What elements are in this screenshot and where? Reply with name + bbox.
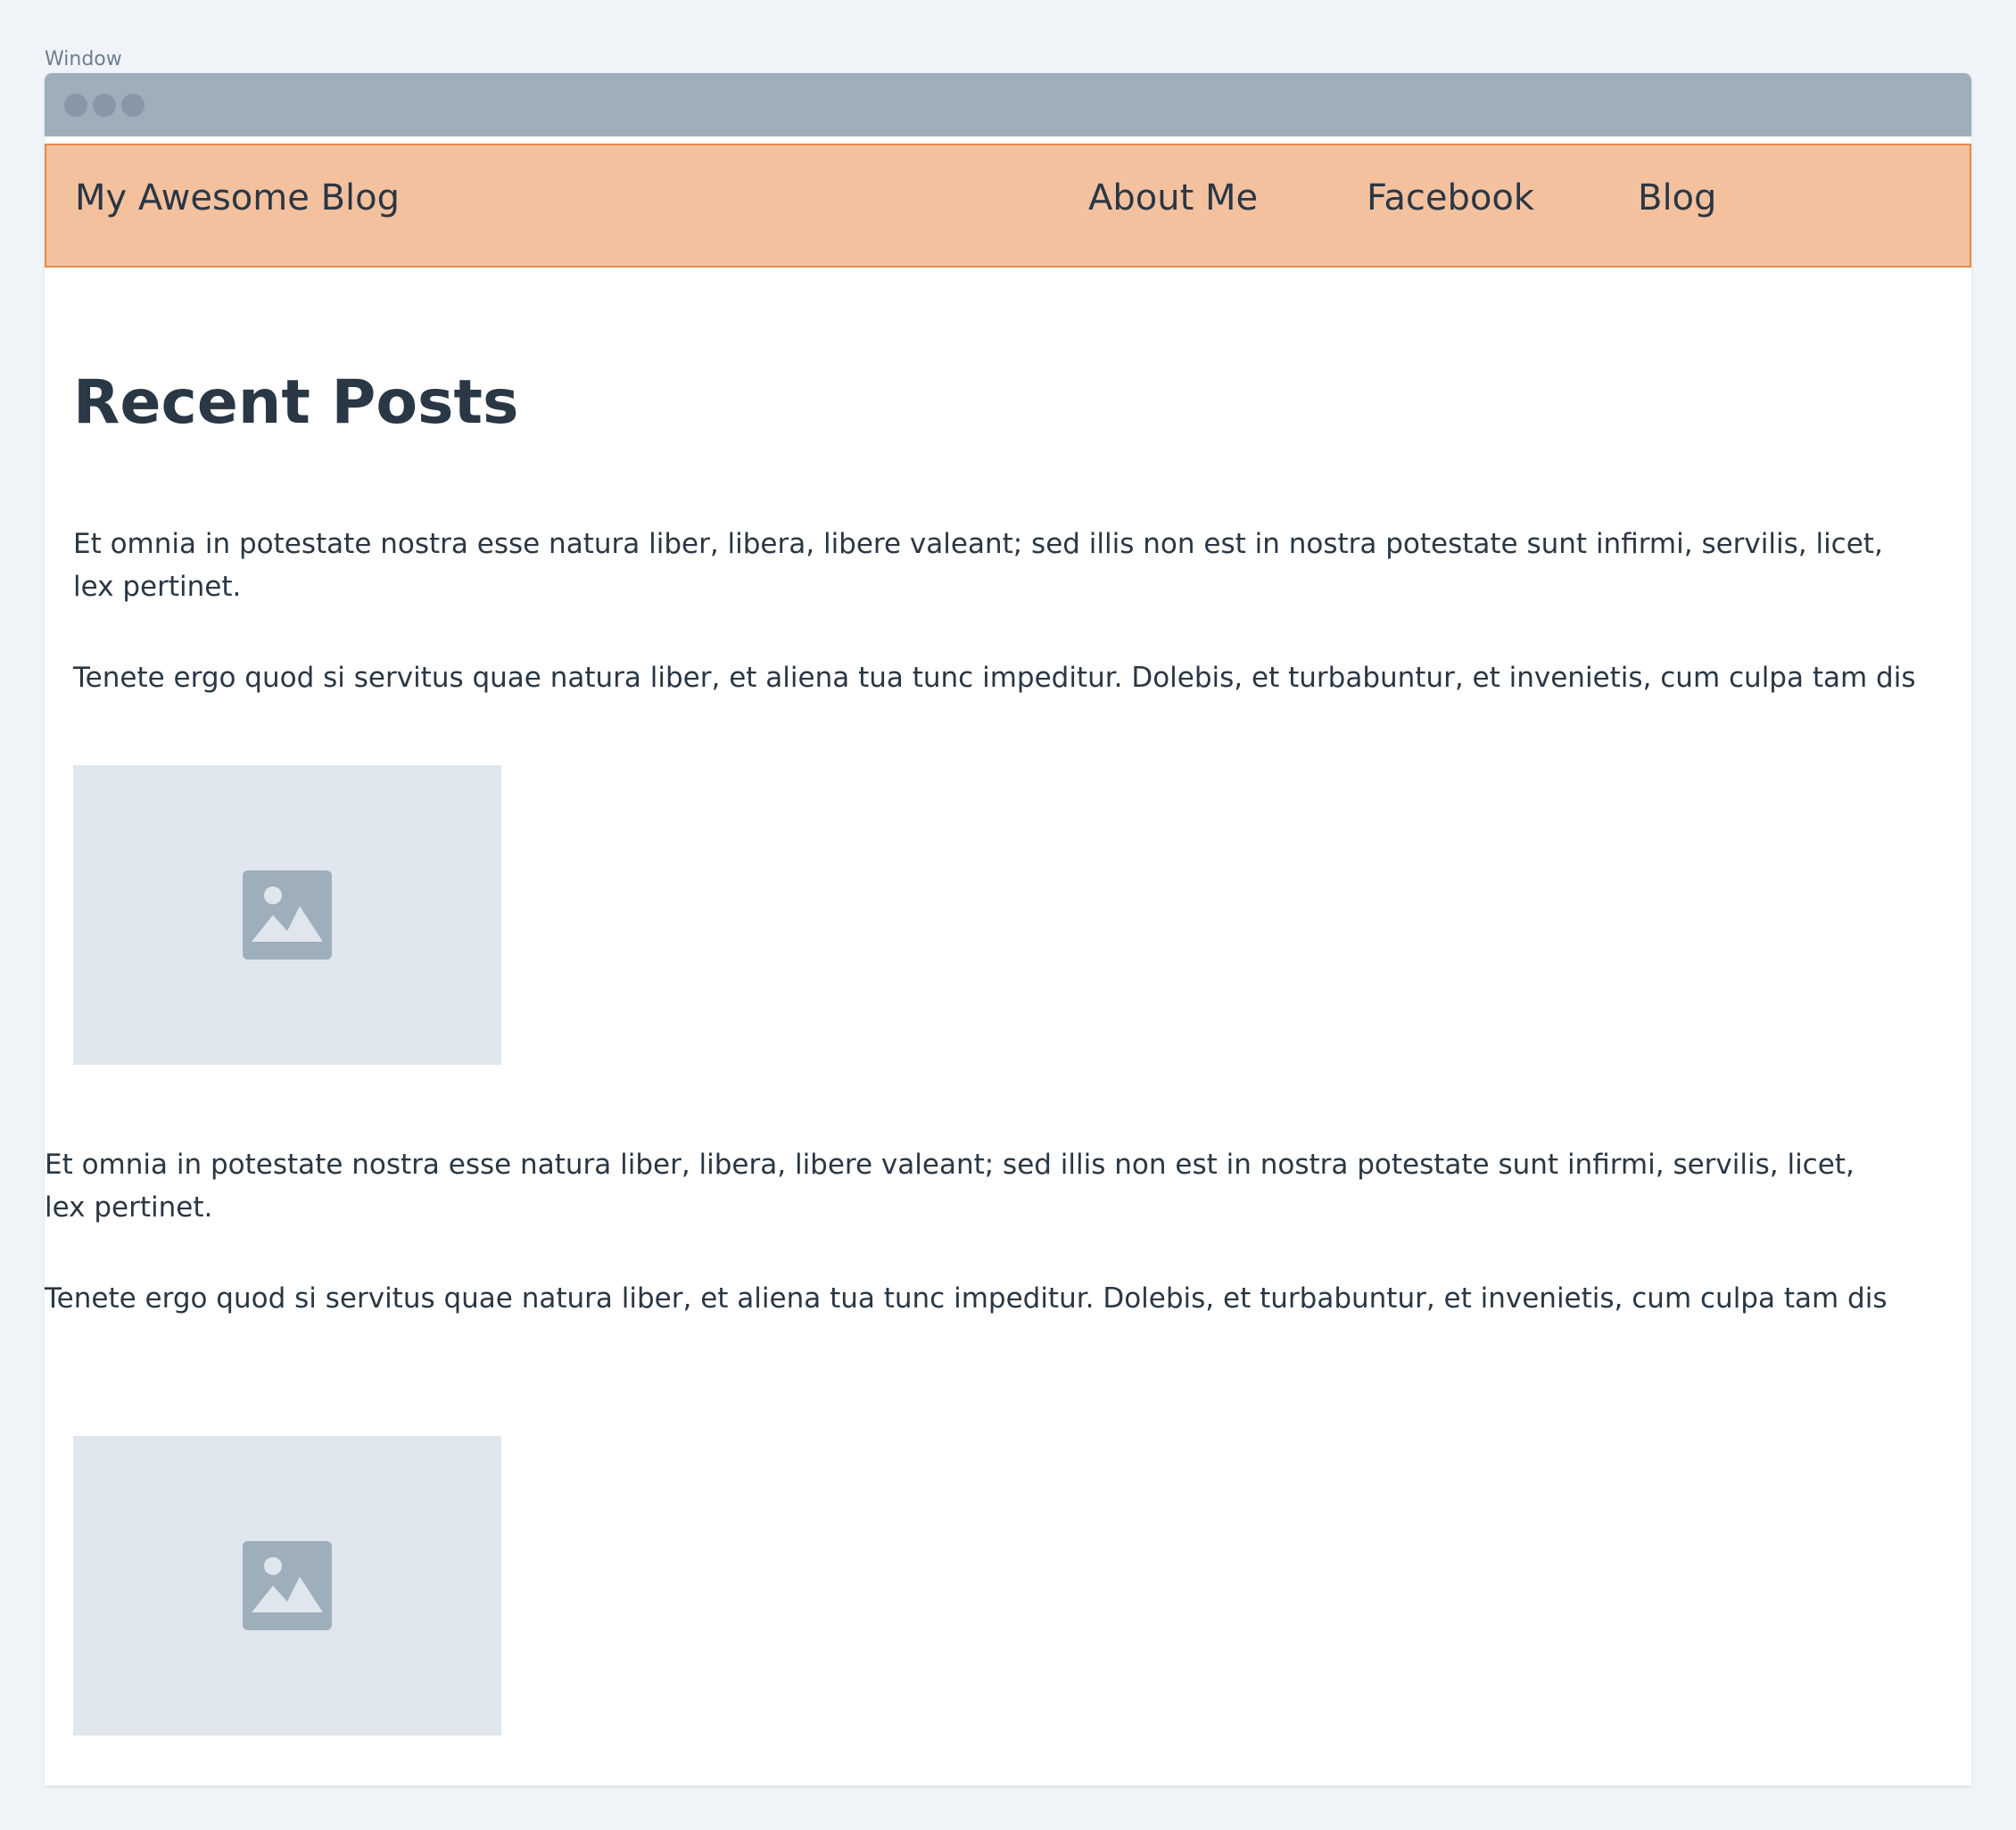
image-placeholder-icon: [243, 1541, 332, 1630]
window-caption: Window: [45, 48, 122, 70]
nav-link-blog[interactable]: Blog: [1638, 177, 1716, 218]
site-brand[interactable]: My Awesome Blog: [75, 177, 400, 218]
post-1-paragraph-1: Et omnia in potestate nostra esse natura…: [73, 528, 1883, 603]
post-2-paragraph-1: Et omnia in potestate nostra esse natura…: [45, 1149, 1855, 1224]
nav-link-facebook[interactable]: Facebook: [1367, 177, 1534, 218]
window-titlebar[interactable]: [45, 73, 1971, 136]
browser-window: My Awesome Blog About Me Facebook Blog R…: [45, 73, 1971, 1785]
image-placeholder-icon: [243, 870, 332, 960]
nav-link-about-me[interactable]: About Me: [1088, 177, 1258, 218]
post-1-paragraph-2: Tenete ergo quod si servitus quae natura…: [73, 662, 1916, 694]
window-maximize-dot[interactable]: [121, 94, 145, 117]
window-close-dot[interactable]: [64, 94, 87, 117]
page-title: Recent Posts: [73, 367, 519, 438]
post-2-image: [73, 1436, 501, 1735]
window-minimize-dot[interactable]: [93, 94, 116, 117]
site-navbar: My Awesome Blog About Me Facebook Blog: [45, 144, 1971, 268]
post-2-paragraph-2: Tenete ergo quod si servitus quae natura…: [45, 1282, 1888, 1315]
post-1-image: [73, 765, 501, 1065]
